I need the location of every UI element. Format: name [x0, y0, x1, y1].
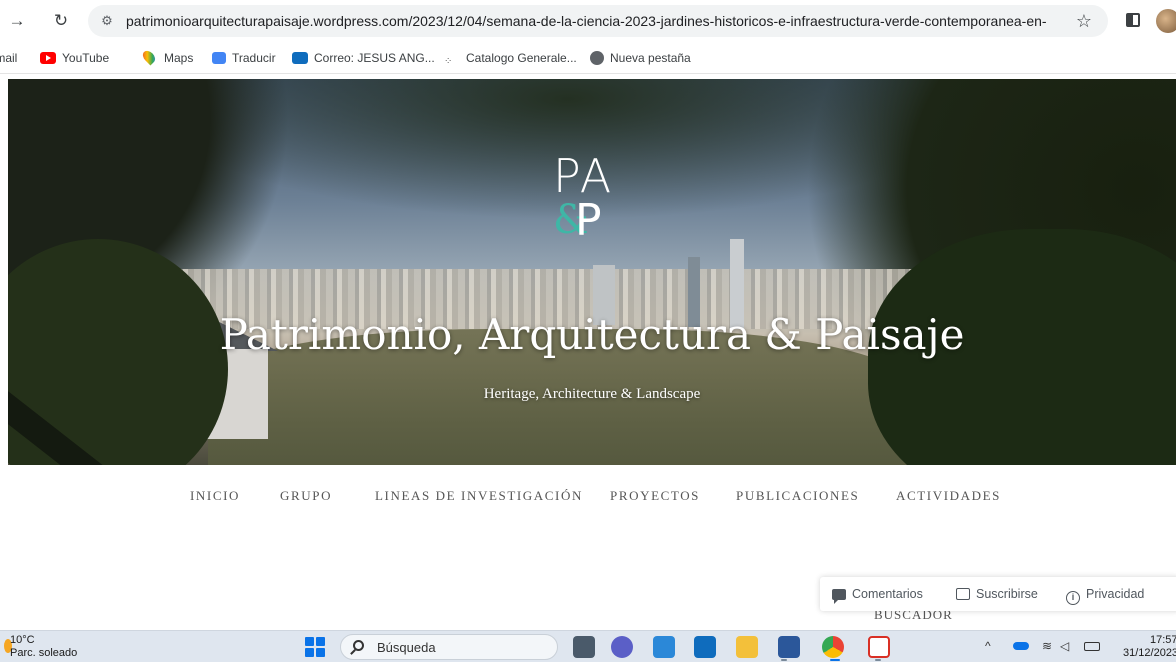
browser-toolbar: → ↻ ⚙ patrimonioarquitecturapaisaje.word… [0, 0, 1176, 42]
site-info-icon[interactable]: ⚙ [98, 13, 116, 29]
running-indicator [781, 659, 787, 661]
main-navigation: INICIO GRUPO LINEAS DE INVESTIGACIÓN PRO… [8, 465, 1176, 527]
active-indicator [830, 659, 840, 661]
profile-avatar[interactable] [1156, 9, 1176, 33]
nav-item-grupo[interactable]: GRUPO [280, 487, 332, 505]
url-text[interactable]: patrimonioarquitecturapaisaje.wordpress.… [126, 13, 1046, 29]
forward-button[interactable]: → [4, 8, 30, 34]
bookmark-new-tab[interactable]: Nueva pestaña [590, 49, 691, 67]
bookmark-label: YouTube [62, 51, 110, 65]
weather-condition[interactable]: Parc. soleado [10, 646, 77, 660]
bookmark-label: Maps [164, 51, 194, 65]
acrobat-icon[interactable] [868, 636, 890, 658]
bookmark-gmail[interactable]: Gmail [0, 49, 17, 67]
nav-item-actividades[interactable]: ACTIVIDADES [896, 487, 1001, 505]
comments-button[interactable]: Comentarios [832, 585, 923, 604]
nav-item-inicio[interactable]: INICIO [190, 487, 240, 505]
bookmark-label: Gmail [0, 51, 18, 65]
bookmark-star-icon[interactable]: ☆ [1076, 11, 1092, 31]
privacy-label: Privacidad [1086, 587, 1145, 601]
clock-time[interactable]: 17:57 [1150, 633, 1176, 647]
speaker-icon[interactable]: ◁ [1060, 639, 1069, 653]
bookmark-label: Correo: JESUS ANG... [314, 51, 435, 65]
comments-label: Comentarios [852, 587, 923, 601]
windows-logo-tile [305, 637, 314, 646]
site-logo[interactable]: PA & P [553, 151, 623, 261]
folder-icon[interactable] [736, 636, 758, 658]
new-tab-icon [590, 51, 604, 65]
search-icon [353, 640, 364, 651]
youtube-icon [40, 52, 56, 64]
bookmark-label: Catalogo Generale... [466, 51, 577, 65]
translate-icon [212, 52, 226, 64]
windows-logo-tile [316, 637, 325, 646]
outlook-icon [292, 52, 308, 64]
bookmark-maps[interactable]: Maps [140, 48, 194, 67]
windows-logo-tile [316, 648, 325, 657]
side-panel-icon[interactable] [1126, 13, 1140, 27]
nav-item-proyectos[interactable]: PROYECTOS [610, 487, 700, 505]
bookmark-catalog[interactable]: ⁘ Catalogo Generale... [444, 49, 577, 67]
site-title[interactable]: Patrimonio, Arquitectura & Paisaje [8, 307, 1176, 363]
windows-taskbar: 10°C Parc. soleado Búsqueda ^ ≋ ◁ 17:57 … [0, 630, 1176, 662]
wifi-icon[interactable]: ≋ [1042, 639, 1052, 653]
reload-button[interactable]: ↻ [48, 8, 74, 34]
search-label: Búsqueda [377, 640, 436, 655]
subscribe-label: Suscribirse [976, 587, 1038, 601]
bookmark-translate[interactable]: Traducir [212, 49, 276, 67]
onedrive-icon[interactable] [1013, 642, 1029, 650]
bookmark-outlook[interactable]: Correo: JESUS ANG... [292, 49, 435, 67]
teams-icon[interactable] [611, 636, 633, 658]
site-header-hero: PA & P Patrimonio, Arquitectura & Paisaj… [8, 79, 1176, 465]
info-icon: i [1066, 591, 1080, 605]
windows-logo-tile [305, 648, 314, 657]
nav-item-lineas-investigacion[interactable]: LINEAS DE INVESTIGACIÓN [375, 487, 583, 505]
bookmark-label: Traducir [232, 51, 276, 65]
clock-date[interactable]: 31/12/2023 [1123, 646, 1176, 660]
taskbar-search[interactable]: Búsqueda [340, 634, 558, 660]
weather-temperature[interactable]: 10°C [10, 633, 35, 647]
running-indicator [875, 659, 881, 661]
start-button[interactable] [305, 637, 325, 657]
chevron-up-icon[interactable]: ^ [985, 639, 991, 653]
wordpress-action-bar: Comentarios Suscribirse i Privacidad [820, 577, 1176, 611]
chrome-icon[interactable] [822, 636, 844, 658]
file-explorer-icon[interactable] [573, 636, 595, 658]
address-bar[interactable]: ⚙ patrimonioarquitecturapaisaje.wordpres… [88, 5, 1108, 37]
site-tagline: Heritage, Architecture & Landscape [483, 386, 701, 402]
calculator-icon[interactable] [653, 636, 675, 658]
subscribe-button[interactable]: Suscribirse [956, 585, 1038, 603]
maps-icon [140, 48, 158, 66]
logo-pa-text: PA [553, 149, 614, 203]
bookmark-label: Nueva pestaña [610, 51, 691, 65]
mail-icon[interactable] [694, 636, 716, 658]
battery-icon[interactable] [1084, 642, 1100, 651]
comment-icon [832, 589, 846, 604]
bookmarks-bar: Gmail YouTube Maps Traducir Correo: JESU… [0, 42, 1176, 74]
nav-item-publicaciones[interactable]: PUBLICACIONES [736, 487, 859, 505]
bookmark-youtube[interactable]: YouTube [40, 49, 109, 67]
word-icon[interactable] [778, 636, 800, 658]
privacy-button[interactable]: i Privacidad [1066, 585, 1145, 605]
subscribe-icon [956, 588, 970, 600]
logo-p-text: P [575, 195, 602, 246]
catalog-icon: ⁘ [444, 56, 453, 67]
